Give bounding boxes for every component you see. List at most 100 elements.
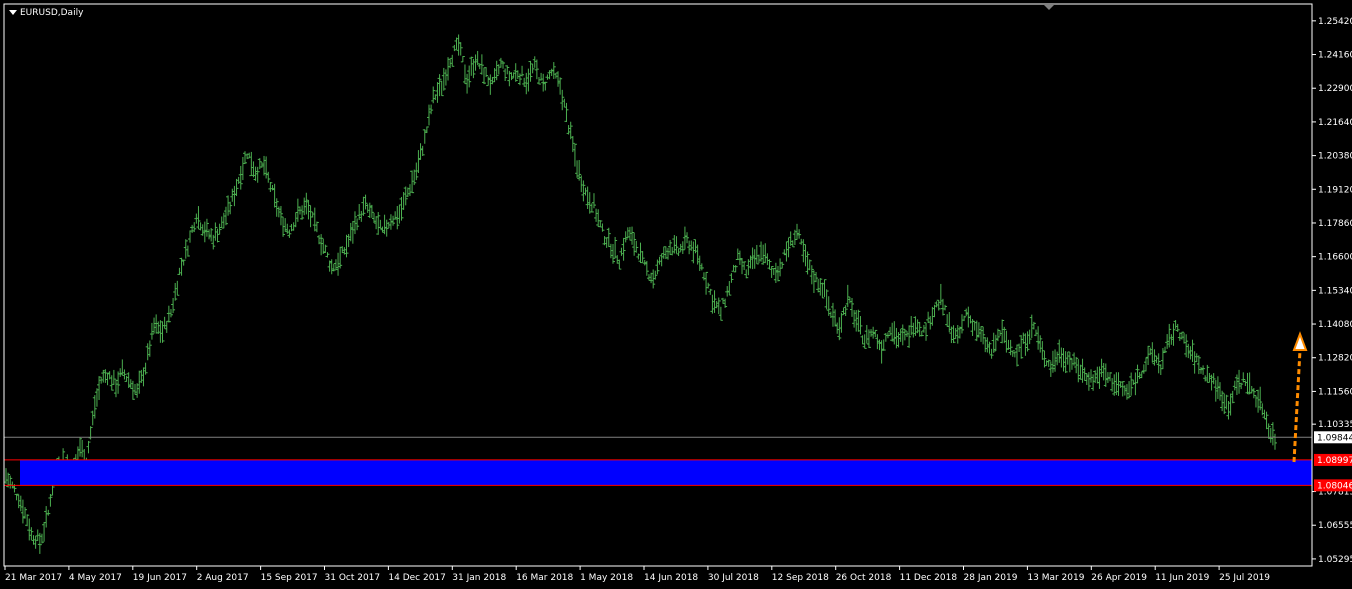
ohlc-bar [718,306,723,321]
ohlc-bar [133,383,138,395]
x-tick-label: 12 Sep 2018 [772,573,829,583]
ohlc-bar [921,324,926,333]
ohlc-bar [710,294,715,314]
svg-text:1.08997: 1.08997 [1317,456,1352,466]
ohlc-bar [217,223,222,235]
ohlc-bar [816,278,821,293]
ohlc-bar [740,257,745,275]
ohlc-bar [792,229,797,245]
scroll-marker-icon[interactable] [1044,5,1054,10]
ohlc-bar [581,180,586,202]
ohlc-bar [331,263,336,272]
ohlc-bar [29,527,34,541]
ohlc-bar [1122,385,1127,396]
ohlc-bar [1218,382,1223,401]
ohlc-bar [1021,332,1026,344]
ohlc-bar [989,348,994,359]
ohlc-bar [636,253,641,260]
chart-window: 1.25420 1.24160 1.22900 1.21640 1.20380 1.191… [0,0,1352,589]
ohlc-bar [553,72,558,79]
ohlc-bar [515,70,520,79]
ohlc-bar [1146,345,1151,366]
y-tick-label: 1.20380 [1318,152,1352,162]
ohlc-bar [919,330,924,337]
ohlc-bar [682,226,687,250]
menu-triangle-icon[interactable] [9,10,17,15]
ohlc-bar [898,329,903,342]
ohlc-bar [124,375,129,382]
ohlc-bar [676,248,681,257]
ohlc-bar [509,72,514,81]
ohlc-bar [1175,323,1180,332]
ohlc-bar [1237,369,1242,394]
ohlc-bar [97,376,102,401]
ohlc-bar [860,335,865,345]
ohlc-bar [300,205,305,220]
ohlc-bar [943,304,948,311]
ohlc-bar [591,193,596,209]
ohlc-bar [1000,319,1005,344]
ohlc-bar [661,246,666,259]
ohlc-bar [850,297,854,317]
ohlc-bar [418,143,423,160]
ohlc-bar [327,260,332,272]
ohlc-bar [579,175,584,193]
ohlc-bar [617,259,622,270]
ohlc-bar [979,326,984,342]
ohlc-bar [1215,376,1220,400]
price-chart[interactable]: 1.25420 1.24160 1.22900 1.21640 1.20380 1.191… [0,0,1352,589]
ohlc-bar [818,278,823,296]
ohlc-bar [926,311,931,324]
ohlc-bar [839,312,844,333]
ohlc-bar [1186,343,1191,359]
ohlc-bar [964,308,969,317]
ohlc-bar [1103,363,1108,388]
ohlc-bar [780,261,785,269]
ohlc-bar [737,250,742,265]
ohlc-bar [892,321,897,345]
ohlc-bar [1245,372,1250,395]
ohlc-bar [405,187,410,198]
ohlc-bar [454,37,459,50]
ohlc-bar [145,343,150,361]
ohlc-bar [177,267,182,276]
ohlc-bar [323,244,328,253]
ohlc-bar [268,181,273,193]
ohlc-bar [649,272,654,284]
ohlc-bar [456,34,461,56]
ohlc-bar [809,265,814,285]
ohlc-bar [113,379,118,398]
ohlc-bar [1184,334,1189,358]
ohlc-bar [773,262,778,283]
ohlc-bar [763,243,768,264]
ohlc-bar [372,212,377,223]
ohlc-bar [198,222,203,231]
ohlc-bar [522,77,527,87]
ohlc-bar [784,241,789,262]
ohlc-bar [20,499,25,524]
ohlc-bar [204,218,209,237]
ohlc-bar [376,212,381,235]
ohlc-bar [869,329,874,337]
ohlc-bar [1152,349,1157,366]
ohlc-bar [911,322,916,338]
ohlc-bar [885,332,890,339]
ohlc-bar [75,446,80,460]
ohlc-bar [852,310,857,328]
ohlc-bar [704,271,709,295]
ohlc-bar [1048,361,1053,377]
ohlc-bar [317,234,322,245]
ohlc-bar [1262,409,1267,419]
ohlc-bar [1266,423,1271,439]
ohlc-bar [1061,348,1066,372]
ohlc-bar [492,68,497,83]
ohlc-bar [560,89,565,111]
ohlc-bar [338,246,343,269]
ohlc-bar [945,314,950,327]
ohlc-bar [80,439,85,458]
ohlc-bar [435,82,440,103]
ohlc-bar [359,210,364,222]
ohlc-bar [304,192,309,215]
ohlc-bar [1023,333,1028,356]
ohlc-bar [242,151,247,165]
